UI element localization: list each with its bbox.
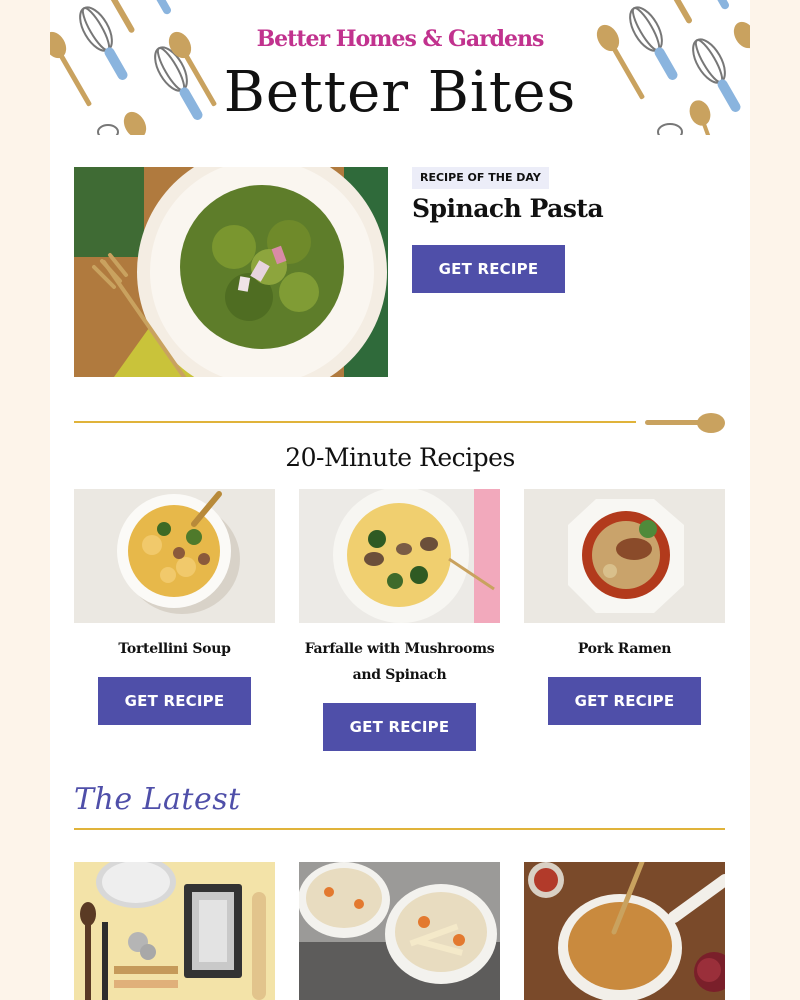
recipe-of-the-day-title[interactable]: Spinach Pasta	[412, 194, 604, 223]
tortellini-soup-image[interactable]	[74, 489, 275, 623]
farfalle-mushrooms-spinach-image[interactable]	[299, 489, 500, 623]
spinach-pasta-image[interactable]	[74, 167, 388, 377]
get-recipe-button-spinach-pasta[interactable]: GET RECIPE	[412, 245, 565, 293]
baking-tools-image[interactable]	[74, 862, 275, 1000]
section-title-20-minute-recipes: 20-Minute Recipes	[285, 443, 515, 472]
recipe-card: Farfalle with Mushrooms and Spinach GET …	[299, 489, 500, 751]
get-recipe-button-tortellini-soup[interactable]: GET RECIPE	[98, 677, 251, 725]
pork-ramen-image[interactable]	[524, 489, 725, 623]
recipe-title-farfalle-mushrooms-spinach[interactable]: Farfalle with Mushrooms and Spinach	[299, 636, 500, 688]
section-title-the-latest: The Latest	[74, 782, 241, 817]
section-divider	[74, 421, 636, 423]
recipe-card: Pork Ramen GET RECIPE	[524, 489, 725, 725]
newsletter-header: Better Homes & Gardens Better Bites	[50, 0, 750, 135]
recipe-card: Tortellini Soup GET RECIPE	[74, 489, 275, 725]
caramelized-onions-image[interactable]	[524, 862, 725, 1000]
brand-logo[interactable]: Better Homes & Gardens	[50, 26, 750, 52]
newsletter-title: Better Bites	[223, 60, 577, 125]
wooden-spoon-icon	[645, 413, 725, 433]
recipe-title-tortellini-soup[interactable]: Tortellini Soup	[74, 636, 275, 662]
get-recipe-button-farfalle[interactable]: GET RECIPE	[323, 703, 476, 751]
recipe-of-the-day-badge: RECIPE OF THE DAY	[412, 167, 549, 189]
get-recipe-button-pork-ramen[interactable]: GET RECIPE	[548, 677, 701, 725]
recipe-title-pork-ramen[interactable]: Pork Ramen	[524, 636, 725, 662]
section-divider	[74, 828, 725, 830]
chicken-noodle-soup-image[interactable]	[299, 862, 500, 1000]
email-container: Better Homes & Gardens Better Bites RECI…	[50, 0, 750, 1000]
